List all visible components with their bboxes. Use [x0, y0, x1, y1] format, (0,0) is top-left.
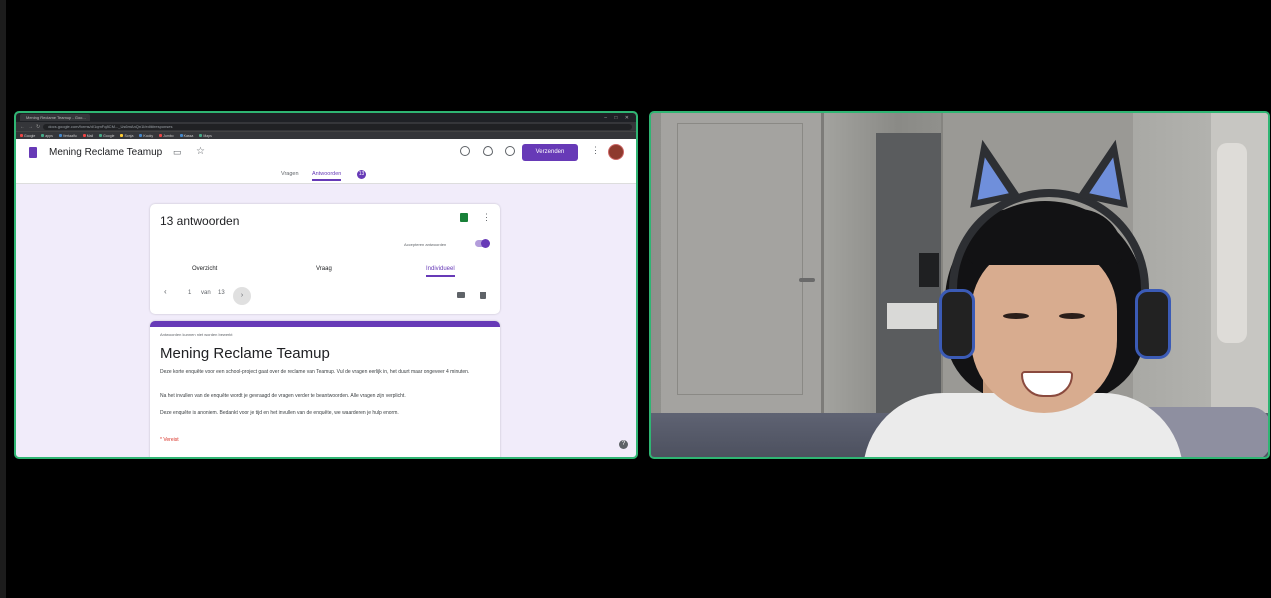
- browser-tabbar: Mening Reclame Teamup - Goo... – □ ✕: [16, 113, 636, 122]
- trash-icon[interactable]: [480, 292, 486, 299]
- form-note: Antwoorden kunnen niet worden bewerkt: [160, 332, 233, 337]
- desk: [887, 303, 937, 329]
- send-button[interactable]: Verzenden: [522, 144, 578, 161]
- bookmark-item[interactable]: Mail: [82, 134, 93, 138]
- pager-current[interactable]: 1: [188, 290, 191, 296]
- form-description: Deze enquête is anoniem. Bedankt voor je…: [160, 410, 399, 416]
- palette-icon[interactable]: [460, 146, 470, 156]
- camera-tile[interactable]: [649, 111, 1270, 459]
- form-tabs: Vragen Antwoorden 13: [16, 170, 636, 184]
- responses-title: 13 antwoorden: [160, 214, 240, 228]
- bookmark-item[interactable]: Kassa: [179, 134, 193, 138]
- bookmark-item[interactable]: Google: [99, 134, 114, 138]
- pager-of: van: [201, 290, 211, 296]
- bookmark-item[interactable]: Maps: [199, 134, 212, 138]
- responses-card: 13 antwoorden ⋮ Accepteren antwoorden Ov…: [150, 204, 500, 314]
- left-eye: [1003, 313, 1029, 319]
- more-icon[interactable]: ⋮: [591, 145, 600, 156]
- eye-icon[interactable]: [483, 146, 493, 156]
- folder-icon[interactable]: ▭: [173, 147, 182, 158]
- help-icon[interactable]: ?: [619, 440, 628, 449]
- form-description: Deze korte enquête voor een school-proje…: [160, 369, 470, 375]
- form-preview-card: Antwoorden kunnen niet worden bewerkt Me…: [150, 321, 500, 457]
- subtab-individual[interactable]: Individueel: [426, 266, 455, 277]
- bookmark-item[interactable]: Sonja: [120, 134, 133, 138]
- window-controls[interactable]: – □ ✕: [604, 115, 636, 121]
- form-title[interactable]: Mening Reclame Teamup: [49, 147, 162, 158]
- browser-urlbar: ← → ↻ docs.google.com/forms/d/1qmFq8CM..…: [16, 122, 636, 131]
- pager-total: 13: [218, 290, 225, 296]
- chevron-left-icon[interactable]: ‹: [164, 287, 167, 296]
- bookmark-item[interactable]: Google: [20, 134, 35, 138]
- subtab-summary[interactable]: Overzicht: [192, 266, 217, 272]
- sheets-icon[interactable]: [460, 213, 468, 222]
- headphone-left-icon: [939, 289, 975, 359]
- door-handle: [799, 278, 815, 282]
- forms-header: Mening Reclame Teamup ▭ ☆ Verzenden ⋮: [16, 139, 636, 170]
- door-panel: [677, 123, 803, 395]
- form-description: Na het invullen van de enquête wordt je …: [160, 393, 406, 399]
- settings-icon[interactable]: [505, 146, 515, 156]
- side-strip: [0, 0, 6, 598]
- door: [661, 113, 824, 415]
- required-note: * Vereist: [160, 437, 179, 443]
- forms-doc-icon[interactable]: [29, 147, 37, 158]
- forward-icon[interactable]: →: [28, 124, 33, 130]
- bookmark-item[interactable]: apps: [41, 134, 53, 138]
- response-count-badge: 13: [357, 170, 366, 179]
- print-icon[interactable]: [457, 292, 465, 298]
- tab-responses[interactable]: Antwoorden: [312, 171, 342, 181]
- tab-questions[interactable]: Vragen: [281, 171, 299, 177]
- towel: [1217, 143, 1247, 343]
- right-eye: [1059, 313, 1085, 319]
- monitor: [919, 253, 939, 287]
- avatar[interactable]: [608, 144, 624, 160]
- bookmarks-bar: Google apps Vertaalfu Mail Google Sonja …: [16, 131, 636, 139]
- bookmark-item[interactable]: Vertaalfu: [58, 134, 77, 138]
- subtab-question[interactable]: Vraag: [316, 266, 332, 272]
- headphone-right-icon: [1135, 289, 1171, 359]
- bookmark-item[interactable]: Kooky: [139, 134, 153, 138]
- address-bar[interactable]: docs.google.com/forms/d/1qmFq8CM..._Us6m…: [43, 123, 632, 130]
- more-icon[interactable]: ⋮: [482, 212, 491, 223]
- chevron-right-icon[interactable]: ›: [233, 287, 251, 305]
- screen-share-tile[interactable]: Mening Reclame Teamup - Goo... – □ ✕ ← →…: [14, 111, 638, 459]
- form-heading: Mening Reclame Teamup: [160, 345, 330, 362]
- reload-icon[interactable]: ↻: [36, 124, 40, 130]
- browser-tab[interactable]: Mening Reclame Teamup - Goo...: [20, 114, 90, 121]
- back-icon[interactable]: ←: [20, 124, 25, 130]
- star-icon[interactable]: ☆: [196, 146, 205, 157]
- bookmark-item[interactable]: Jumbo: [159, 134, 174, 138]
- accept-responses-toggle[interactable]: [475, 239, 490, 248]
- accept-responses-label: Accepteren antwoorden: [404, 242, 447, 247]
